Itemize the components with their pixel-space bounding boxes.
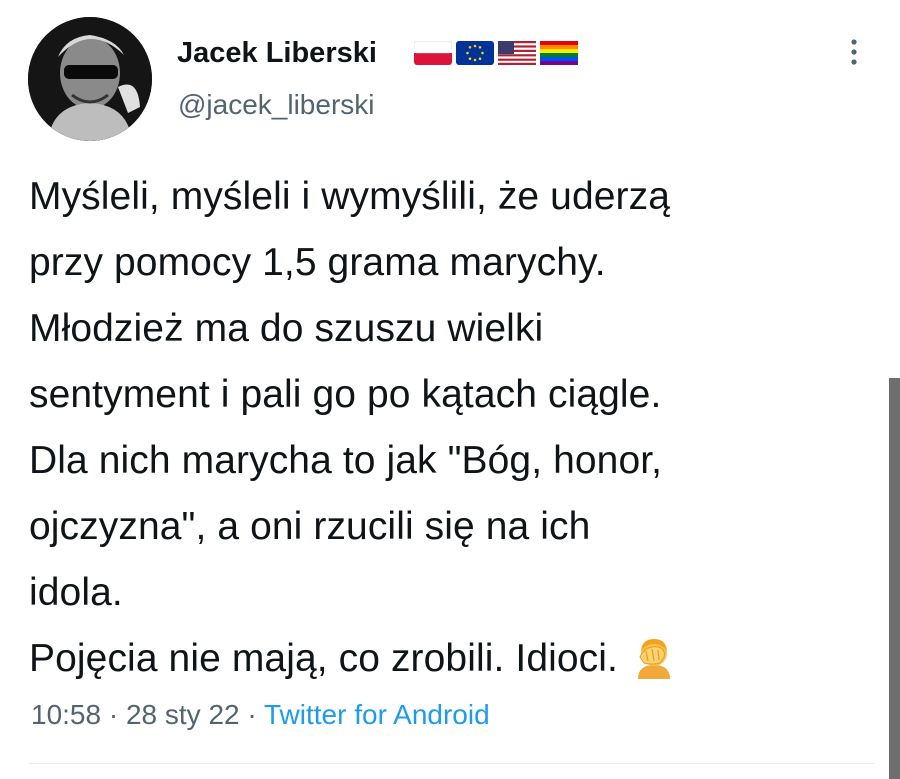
flag-eu-icon xyxy=(456,41,494,65)
scrollbar[interactable] xyxy=(889,378,900,779)
tweet-source-link[interactable]: Twitter for Android xyxy=(264,699,490,730)
tweet-line: idola. xyxy=(29,571,123,614)
username-handle[interactable]: @jacek_liberski xyxy=(178,87,375,123)
tweet-line-text: Pojęcia nie mają, co zrobili. Idioci. xyxy=(29,637,618,680)
tweet-line: przy pomocy 1,5 grama marychy. xyxy=(29,241,606,284)
tweet-time[interactable]: 10:58 xyxy=(31,699,101,730)
avatar-image xyxy=(28,17,152,141)
tweet-line: Młodzież ma do szuszu wielki xyxy=(29,307,544,350)
tweet-date[interactable]: 28 sty 22 xyxy=(126,699,240,730)
meta-separator: · xyxy=(239,699,264,730)
flag-poland-icon xyxy=(414,41,452,65)
flag-rainbow-icon xyxy=(540,41,578,65)
facepalm-icon xyxy=(637,638,670,679)
tweet-metadata: 10:58 · 28 sty 22 · Twitter for Android xyxy=(31,696,490,734)
avatar[interactable] xyxy=(28,17,152,141)
more-options-icon[interactable] xyxy=(842,34,866,70)
display-name[interactable]: Jacek Liberski xyxy=(177,33,377,73)
tweet-line: sentyment i pali go po kątach ciągle. xyxy=(29,373,662,416)
tweet-line: ojczyzna", a oni rzucili się na ich xyxy=(29,505,591,548)
flag-usa-icon xyxy=(498,41,536,65)
flag-emoji-group xyxy=(414,40,578,66)
divider xyxy=(29,763,874,764)
tweet-line: Dla nich marycha to jak "Bóg, honor, xyxy=(29,439,663,482)
meta-separator: · xyxy=(101,699,126,730)
tweet-line-last: Pojęcia nie mają, co zrobili. Idioci. xyxy=(29,626,859,692)
tweet-line: Myśleli, myśleli i wymyślili, że uderzą xyxy=(29,175,671,218)
tweet-text: Myśleli, myśleli i wymyślili, że uderzą … xyxy=(29,164,859,692)
